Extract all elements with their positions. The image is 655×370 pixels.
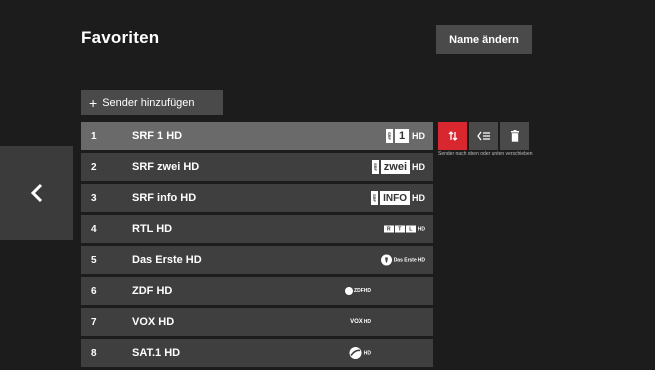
- channel-row[interactable]: 5 Das Erste HD Das Erste HD: [81, 246, 433, 274]
- channel-logo: VOX HD: [350, 319, 371, 325]
- channel-number: 6: [91, 285, 97, 297]
- srf1-mark: 1: [395, 129, 409, 143]
- hd-mark: HD: [417, 257, 425, 263]
- zdf-mark: ZDF: [354, 288, 364, 294]
- rename-button[interactable]: Name ändern: [436, 25, 532, 54]
- back-button[interactable]: [0, 146, 73, 240]
- hd-mark: HD: [363, 288, 371, 294]
- channel-row[interactable]: 8 SAT.1 HD HD: [81, 339, 433, 367]
- channel-logo: SRF zwei HD: [371, 160, 425, 174]
- channel-number: 1: [91, 130, 97, 142]
- chevron-left-icon: [30, 183, 42, 203]
- move-button[interactable]: [438, 122, 467, 150]
- vox-mark: VOX: [350, 319, 363, 325]
- hd-mark: HD: [412, 131, 425, 141]
- zdf-icon: [345, 287, 354, 295]
- srf-tag: SRF: [371, 160, 379, 174]
- move-up-down-icon: [448, 131, 457, 141]
- channel-logo: SRF INFO HD: [371, 191, 425, 205]
- channel-name: ZDF HD: [132, 285, 173, 297]
- hd-mark: HD: [412, 162, 425, 172]
- channel-row[interactable]: 3 SRF info HD SRF INFO HD: [81, 184, 433, 212]
- channel-name: SAT.1 HD: [132, 347, 181, 359]
- channel-name: SRF info HD: [132, 192, 197, 204]
- channel-number: 8: [91, 347, 97, 359]
- channel-list: 1 SRF 1 HD SRF 1 HD 2 SRF zwei HD SRF zw…: [81, 122, 433, 370]
- info-mark: INFO: [380, 191, 410, 205]
- trash-icon: [510, 130, 519, 142]
- sat1-ball-icon: [349, 347, 362, 359]
- channel-number: 2: [91, 161, 97, 173]
- add-channel-label: Sender hinzufügen: [102, 96, 195, 109]
- channel-row[interactable]: 1 SRF 1 HD SRF 1 HD: [81, 122, 433, 150]
- insert-list-icon: [476, 131, 490, 141]
- rtl-r-mark: R: [383, 225, 394, 233]
- add-channel-button[interactable]: + Sender hinzufügen: [81, 90, 223, 115]
- channel-logo: HD: [349, 347, 371, 360]
- channel-logo: R T L HD: [383, 225, 425, 233]
- hd-mark: HD: [412, 193, 425, 203]
- srf-tag: SRF: [371, 191, 379, 205]
- channel-name: VOX HD: [132, 316, 175, 328]
- channel-logo: SRF 1 HD: [386, 129, 425, 143]
- channel-row[interactable]: 2 SRF zwei HD SRF zwei HD: [81, 153, 433, 181]
- srf-tag: SRF: [386, 129, 393, 143]
- channel-row[interactable]: 4 RTL HD R T L HD: [81, 215, 433, 243]
- move-hint: Sender nach oben oder unten verschieben: [438, 151, 533, 157]
- channel-number: 5: [91, 254, 97, 266]
- channel-number: 7: [91, 316, 97, 328]
- insert-button[interactable]: [469, 122, 498, 150]
- channel-row[interactable]: 6 ZDF HD ZDF HD: [81, 277, 433, 305]
- channel-name: SRF zwei HD: [132, 161, 200, 173]
- hd-mark: HD: [417, 226, 425, 232]
- channel-row[interactable]: 7 VOX HD VOX HD: [81, 308, 433, 336]
- channel-number: 4: [91, 223, 97, 235]
- das-erste-icon: [380, 254, 392, 266]
- rtl-l-mark: L: [405, 225, 416, 233]
- rtl-t-mark: T: [394, 225, 405, 233]
- channel-number: 3: [91, 192, 97, 204]
- channel-toolbar: [438, 122, 529, 150]
- hd-mark: HD: [363, 319, 371, 325]
- channel-name: RTL HD: [132, 223, 173, 235]
- plus-icon: +: [89, 94, 98, 111]
- das-erste-mark: Das Erste: [393, 257, 417, 263]
- channel-name: Das Erste HD: [132, 254, 202, 266]
- channel-logo: Das Erste HD: [380, 254, 425, 266]
- page-title: Favoriten: [81, 28, 160, 47]
- channel-logo: ZDF HD: [345, 287, 371, 295]
- hd-mark: HD: [363, 350, 371, 356]
- zwei-mark: zwei: [380, 160, 410, 174]
- channel-name: SRF 1 HD: [132, 130, 183, 142]
- delete-button[interactable]: [500, 122, 529, 150]
